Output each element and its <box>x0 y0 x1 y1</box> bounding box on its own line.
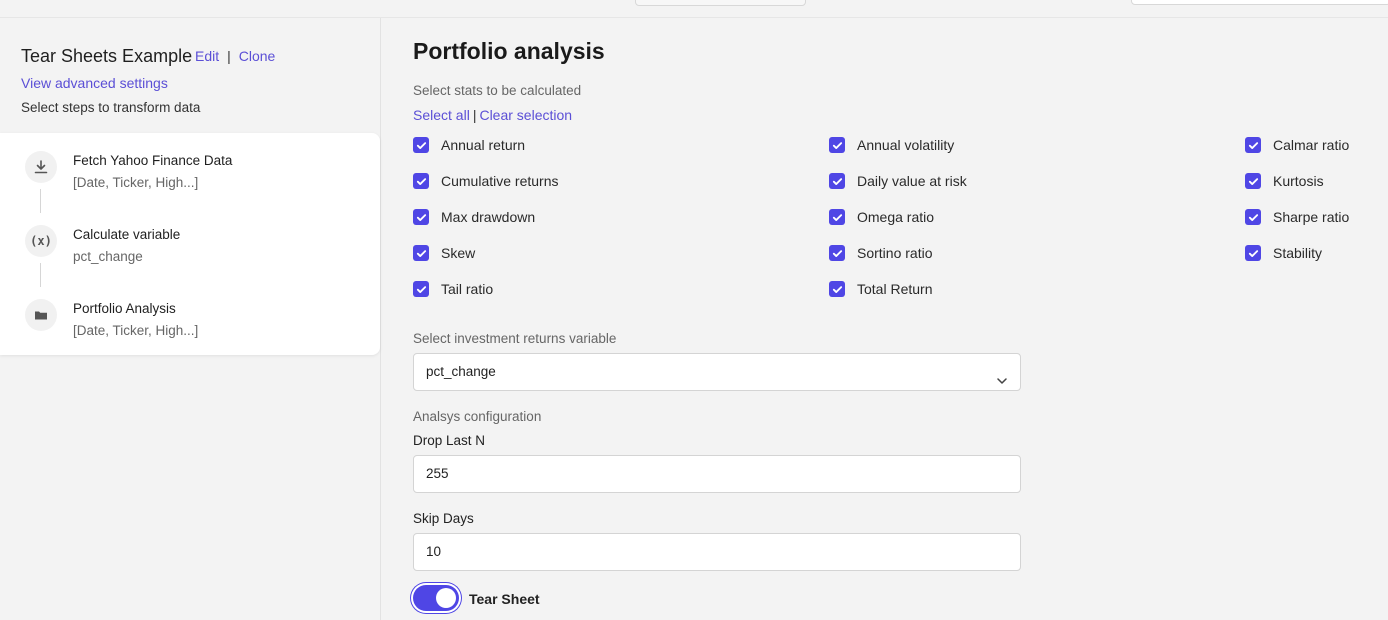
top-control[interactable] <box>635 0 806 6</box>
page-title: Portfolio analysis <box>413 38 605 64</box>
checkmark-icon <box>1245 209 1261 225</box>
portfolio-analysis-form: Portfolio analysis Select stats to be ca… <box>413 18 1388 620</box>
checkmark-icon <box>413 281 429 297</box>
stat-label: Sortino ratio <box>857 245 933 261</box>
config-label: Analsys configuration <box>413 409 542 424</box>
skip-days-label: Skip Days <box>413 511 474 526</box>
drop-last-label: Drop Last N <box>413 433 486 448</box>
step-connector <box>40 263 41 287</box>
stat-checkbox[interactable]: Max drawdown <box>413 207 535 227</box>
stat-checkbox[interactable]: Annual volatility <box>829 135 954 155</box>
function-icon: (x) <box>25 225 57 257</box>
checkmark-icon <box>829 173 845 189</box>
checkmark-icon <box>829 137 845 153</box>
stat-checkbox[interactable]: Sortino ratio <box>829 243 932 263</box>
toggle-knob <box>436 588 456 608</box>
checkmark-icon <box>1245 245 1261 261</box>
checkmark-icon <box>1245 137 1261 153</box>
stat-label: Omega ratio <box>857 209 935 225</box>
checkmark-icon <box>413 245 429 261</box>
stat-checkbox[interactable]: Kurtosis <box>1245 171 1324 191</box>
divider: | <box>472 107 477 123</box>
step-subtitle: [Date, Ticker, High...] <box>73 175 199 190</box>
step-calculate-variable[interactable]: (x) Calculate variable pct_change <box>0 225 380 285</box>
top-search[interactable] <box>1131 0 1388 5</box>
checkmark-icon <box>829 209 845 225</box>
advanced-settings-link[interactable]: View advanced settings <box>21 75 168 91</box>
stat-checkbox[interactable]: Tail ratio <box>413 279 493 299</box>
tear-sheet-toggle[interactable] <box>413 585 459 611</box>
checkmark-icon <box>413 173 429 189</box>
stats-label: Select stats to be calculated <box>413 83 582 98</box>
stat-checkbox[interactable]: Sharpe ratio <box>1245 207 1349 227</box>
step-connector <box>40 189 41 213</box>
stat-checkbox[interactable]: Calmar ratio <box>1245 135 1349 155</box>
tear-sheet-label: Tear Sheet <box>469 591 540 607</box>
divider: | <box>227 48 231 64</box>
step-title: Portfolio Analysis <box>73 301 176 316</box>
stat-label: Max drawdown <box>441 209 536 225</box>
stat-label: Stability <box>1273 245 1323 261</box>
clone-link[interactable]: Clone <box>239 48 276 64</box>
stat-label: Calmar ratio <box>1273 137 1350 153</box>
stat-label: Kurtosis <box>1273 173 1324 189</box>
stat-label: Daily value at risk <box>857 173 967 189</box>
step-portfolio-analysis[interactable]: Portfolio Analysis [Date, Ticker, High..… <box>0 299 380 359</box>
stat-checkbox[interactable]: Omega ratio <box>829 207 934 227</box>
workflow-panel: Tear Sheets Example Edit | Clone View adva… <box>0 18 381 620</box>
checkmark-icon <box>413 209 429 225</box>
checkmark-icon <box>829 245 845 261</box>
stat-label: Cumulative returns <box>441 173 559 189</box>
clear-selection-link[interactable]: Clear selection <box>479 107 572 123</box>
returns-variable-select[interactable]: pct_change <box>413 353 1021 391</box>
step-title: Fetch Yahoo Finance Data <box>73 153 233 168</box>
step-subtitle: pct_change <box>73 249 143 264</box>
stat-checkbox[interactable]: Stability <box>1245 243 1322 263</box>
top-bar <box>0 0 1388 18</box>
checkmark-icon <box>413 137 429 153</box>
workflow-actions: Edit | Clone <box>195 48 275 64</box>
checkmark-icon <box>829 281 845 297</box>
selection-actions: Select all | Clear selection <box>413 107 572 123</box>
stat-checkbox[interactable]: Cumulative returns <box>413 171 559 191</box>
stat-checkbox[interactable]: Annual return <box>413 135 525 155</box>
checkmark-icon <box>1245 173 1261 189</box>
select-all-link[interactable]: Select all <box>413 107 470 123</box>
folder-icon <box>25 299 57 331</box>
download-icon <box>25 151 57 183</box>
skip-days-field[interactable]: 10 <box>413 533 1021 571</box>
stat-label: Annual return <box>441 137 526 153</box>
step-title: Calculate variable <box>73 227 181 242</box>
stat-label: Annual volatility <box>857 137 955 153</box>
returns-variable-value: pct_change <box>426 364 496 379</box>
chevron-down-icon <box>996 365 1008 401</box>
stat-checkbox[interactable]: Skew <box>413 243 475 263</box>
drop-last-field[interactable]: 255 <box>413 455 1021 493</box>
stat-label: Skew <box>441 245 476 261</box>
stat-label: Total Return <box>857 281 933 297</box>
workflow-title: Tear Sheets Example <box>21 46 193 66</box>
steps-list: Fetch Yahoo Finance Data [Date, Ticker, … <box>0 133 380 355</box>
stat-checkbox[interactable]: Daily value at risk <box>829 171 967 191</box>
stat-label: Tail ratio <box>441 281 494 297</box>
step-subtitle: [Date, Ticker, High...] <box>73 323 199 338</box>
steps-hint: Select steps to transform data <box>21 100 201 115</box>
edit-link[interactable]: Edit <box>195 48 219 64</box>
stat-checkbox[interactable]: Total Return <box>829 279 932 299</box>
step-fetch-yahoo[interactable]: Fetch Yahoo Finance Data [Date, Ticker, … <box>0 151 380 211</box>
stat-label: Sharpe ratio <box>1273 209 1350 225</box>
returns-variable-label: Select investment returns variable <box>413 331 617 346</box>
